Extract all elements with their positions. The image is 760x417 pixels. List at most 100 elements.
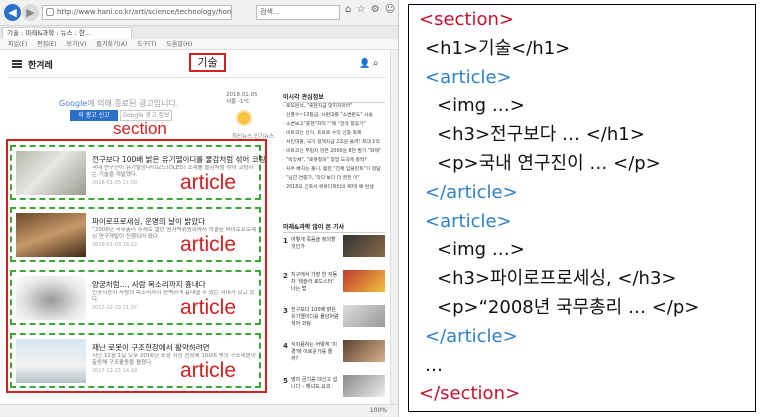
article-card[interactable]: 전구보다 100배 밝은 유기엘이디를 물감처럼 섞어 코팅 국내 연구진이 유… — [10, 145, 266, 200]
hamburger-menu-icon[interactable] — [12, 60, 22, 68]
search-icon[interactable]: ⌕ — [373, 58, 379, 69]
site-header: 한겨레 기술 👤 ⌕ — [8, 50, 386, 78]
forward-button[interactable]: ▶ — [22, 4, 39, 21]
zoom-level[interactable]: 100% — [370, 407, 387, 414]
weather-date: 2018.01.05 — [226, 92, 258, 98]
vertical-scrollbar[interactable] — [390, 50, 398, 405]
url-text: http://www.hani.co.kr/arti/science/techn… — [57, 8, 232, 16]
article-date: 2017-12-25 14:29 — [92, 368, 138, 374]
rank-title[interactable]: 전구보다 100배 밝은 유기엘이디를 물감처럼 섞어 코팅 — [291, 307, 339, 328]
article-title[interactable]: 양궁처럼…, 사람 목소리까지 흉내다 — [92, 279, 206, 290]
sidebar-link[interactable]: · "남친 연중기, '작다'보다 더 굵은 이" — [283, 174, 386, 181]
code-line: <p>“2008년 국무총리 … </p> — [437, 297, 700, 318]
rank-title[interactable]: 영리 금기를 대신고 섭니다 – 해녀도 요코 — [291, 377, 339, 391]
code-line: <article> — [425, 66, 512, 88]
status-bar: 100% — [0, 404, 398, 417]
code-line: <article> — [425, 210, 512, 232]
rank-thumbnail[interactable] — [343, 270, 385, 292]
rank-title[interactable]: 지구에서 가장 한 자동차 '테슬라 로드스터' 나는 법 — [291, 272, 339, 293]
article-thumbnail[interactable] — [16, 339, 86, 383]
code-line: <img …> — [437, 239, 525, 261]
menu-edit[interactable]: 편집(E) — [37, 41, 57, 48]
article-annotation-label: article — [180, 171, 237, 194]
sidebar-link[interactable]: · 자주 빠지는 돌니, 몸한 "전제 임플란트"가 정답 — [283, 165, 386, 172]
code-line: </article> — [425, 181, 518, 203]
browser-search-input[interactable]: 검색... — [256, 5, 340, 20]
sidebar-link[interactable]: · 로또분석, "출현지금 맞히지마라" — [283, 102, 386, 109]
page-title-h1: 기술 — [189, 53, 226, 72]
menu-tools[interactable]: 도구(T) — [137, 41, 156, 48]
rank-number: 4 — [283, 342, 288, 350]
rank-number: 1 — [283, 237, 288, 245]
article-date: 2018-01-05 11:00 — [92, 180, 138, 186]
sun-icon — [238, 112, 250, 124]
article-title[interactable]: 재난 로봇이 구조현장에서 활약하려면 — [92, 342, 210, 353]
article-date: 2017-12-29 11:07 — [92, 305, 138, 311]
tab-bar: 기술 : 미래&과학 : 뉴스 : 한... — [0, 26, 398, 39]
rank-number: 3 — [283, 307, 288, 315]
sidebar-link[interactable]: · 선풍수~10등급, 사판대를 "소변판도" 사용 — [283, 111, 386, 118]
browser-window: ◀ ▶ http://www.hani.co.kr/arti/science/t… — [0, 0, 399, 417]
sidebar-heading-popular: 미래&과학 많이 본 기사 — [283, 222, 385, 233]
code-line: </section> — [419, 383, 521, 405]
favicon-icon — [46, 8, 54, 16]
code-line: <img …> — [437, 95, 525, 117]
sidebar-link[interactable]: · 비트코인 선거, 트트로 수익 인증 화제 — [283, 129, 386, 136]
article-annotation-label: article — [180, 359, 237, 382]
rank-thumbnail[interactable] — [343, 235, 385, 257]
code-line: <h3>전구보다 … </h1> — [437, 124, 645, 146]
back-button[interactable]: ◀ — [4, 4, 21, 21]
rank-number: 5 — [283, 377, 288, 385]
rank-thumbnail[interactable] — [343, 340, 385, 362]
toolbar-icons[interactable]: ⌂ ☆ ⚙ ☺ — [345, 4, 396, 15]
sidebar-link[interactable]: · 서민대출, 국가 정책자금 2조원 풀려! 최대 1억 — [283, 138, 386, 145]
rank-thumbnail[interactable] — [343, 305, 385, 327]
code-line: <section> — [419, 9, 514, 30]
sidebar-link[interactable]: · 2018모 긴축서 목혹다파티의 40억 배 탄생 — [283, 183, 386, 190]
menu-bar: 파일(F) 편집(E) 보기(V) 즐겨찾기(A) 도구(T) 도움말(H) — [0, 39, 398, 50]
article-card[interactable]: 재난 로봇이 구조현장에서 활약하려면 지난 11월 1일 오후 2016년 포… — [10, 333, 261, 388]
sidebar-link[interactable]: · "박장채", "로봇청와" 창업 도극에 활짝? — [283, 156, 386, 163]
article-thumbnail[interactable] — [16, 276, 86, 320]
menu-view[interactable]: 보기(V) — [67, 41, 87, 48]
rank-number: 2 — [283, 272, 288, 280]
rank-title[interactable]: 어떻게 죽음을 정의할 것인가 — [291, 237, 339, 251]
menu-favorites[interactable]: 즐겨찾기(A) — [96, 41, 127, 48]
browser-search-placeholder: 검색... — [260, 8, 280, 16]
article-annotation-label: article — [180, 296, 237, 319]
article-thumbnail[interactable] — [16, 151, 86, 195]
article-card[interactable]: 파이로프로세싱, 운명의 날이 밝았다 “2008년 국무총리 주재로 열린 원… — [10, 207, 261, 262]
report-ad-button[interactable]: 이 광고 신고 — [70, 110, 118, 121]
weather-widget: 2018.01.05 서울 -1°C — [226, 92, 266, 132]
section-annotation-label: section — [113, 119, 167, 138]
sidebar-link[interactable]: · 비트코인 부럽지 않은 2000원 8천 발기 "화제" — [283, 147, 386, 154]
rank-title[interactable]: 식이용하는 어떻게 '미 경'에 이로운가를 졸까? — [291, 342, 339, 363]
weather-city: 서울 -1°C — [226, 99, 250, 105]
code-line: … — [425, 354, 443, 376]
article-date: 2018-01-03 16:22 — [92, 242, 138, 248]
sidebar-link[interactable]: · 소변보고"출현"자처 ""에 "검색 항공기" — [283, 120, 386, 127]
article-title[interactable]: 전구보다 100배 밝은 유기엘이디를 물감처럼 섞어 코팅 — [92, 154, 266, 165]
code-line: <h1>기술</h1> — [425, 37, 571, 59]
article-annotation-label: article — [180, 233, 237, 256]
site-logo[interactable]: 한겨레 — [28, 58, 53, 71]
code-line: <h3>파이로프로세싱, </h3> — [437, 268, 677, 290]
menu-file[interactable]: 파일(F) — [8, 41, 27, 48]
code-line: <p>국내 연구진이 … </p> — [437, 153, 661, 174]
ad-message: 에 의해 종료된 광고입니다. — [87, 99, 179, 108]
article-thumbnail[interactable] — [16, 213, 86, 257]
article-card[interactable]: 양궁처럼…, 사람 목소리까지 흉내다 인공지능이 사람의 목소리까지 완벽하게… — [10, 270, 261, 325]
user-icon[interactable]: 👤 — [359, 59, 370, 69]
ad-text: Google에 의해 종료된 광고입니다. — [59, 98, 178, 109]
url-input[interactable]: http://www.hani.co.kr/arti/science/techn… — [42, 5, 232, 20]
tab-active[interactable]: 기술 : 미래&과학 : 뉴스 : 한... — [2, 27, 132, 39]
google-word: Google — [59, 99, 88, 108]
ad-block: Google에 의해 종료된 광고입니다. 이 광고 신고 Google 광고 … — [32, 92, 212, 122]
html-code-panel: <section> <h1>기술</h1> <article> <img …> <h3>… — [408, 4, 756, 412]
code-line: </article> — [425, 325, 518, 347]
address-bar-area: ◀ ▶ http://www.hani.co.kr/arti/science/t… — [0, 0, 398, 26]
article-title[interactable]: 파이로프로세싱, 운명의 날이 밝았다 — [92, 216, 205, 227]
site-sidebar: 이시각 관심정보 · 로또분석, "출현지금 맞히지마라" · 선풍수~10등급… — [283, 92, 387, 412]
menu-help[interactable]: 도움말(H) — [166, 41, 192, 48]
rank-thumbnail[interactable] — [343, 375, 385, 397]
